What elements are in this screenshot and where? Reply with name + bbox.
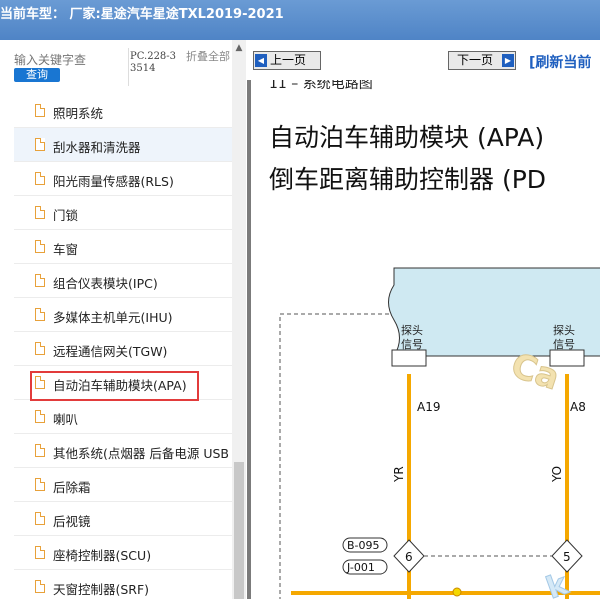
document-icon <box>35 444 45 457</box>
search-input[interactable] <box>14 53 124 67</box>
tree-item-horn[interactable]: 喇叭 <box>14 400 232 434</box>
tree-item-ipc[interactable]: 组合仪表模块(IPC) <box>14 264 232 298</box>
viewer-toolbar: ◀ 上一页 下一页 ▶ [刷新当前 <box>247 40 600 80</box>
collapse-all-button[interactable]: 折叠全部 <box>186 51 230 63</box>
tree-item-label: 远程通信网关(TGW) <box>53 344 168 359</box>
tree-item-label: 多媒体主机单元(IHU) <box>53 310 173 325</box>
tree-item-label: 后除霜 <box>53 480 91 495</box>
document-icon <box>35 512 45 525</box>
tree-list: 照明系统 刮水器和清洗器 阳光雨量传感器(RLS) 门锁 车窗 组合仪表模块(I… <box>14 94 232 599</box>
splice-right-number: 5 <box>563 550 571 564</box>
tree-item-label: 照明系统 <box>53 106 104 121</box>
connector-label-1: B-095 <box>347 539 380 552</box>
tree-item-window[interactable]: 车窗 <box>14 230 232 264</box>
document-icon <box>35 580 45 593</box>
tree-item-rain-sensor[interactable]: 阳光雨量传感器(RLS) <box>14 162 232 196</box>
document-viewer: ◀ 上一页 下一页 ▶ [刷新当前 11 – 系统电路图 自动泊车辅助模块 (A… <box>247 40 600 599</box>
tree-item-srf[interactable]: 天窗控制器(SRF) <box>14 570 232 599</box>
left-signal-label-2: 信号 <box>401 338 423 351</box>
tree-item-label: 天窗控制器(SRF) <box>53 582 150 597</box>
tree-item-other-systems[interactable]: 其他系统(点烟器 后备电源 USB <box>14 434 232 468</box>
selection-highlight-box <box>30 371 199 401</box>
document-icon <box>35 104 45 117</box>
right-pin-label: A8 <box>570 400 586 414</box>
tree-item-label: 后视镜 <box>53 514 91 529</box>
scroll-up-arrow-icon[interactable]: ▲ <box>232 42 246 54</box>
tree-item-label: 车窗 <box>53 242 79 257</box>
tree-item-door-lock[interactable]: 门锁 <box>14 196 232 230</box>
prev-page-button[interactable]: ◀ 上一页 <box>253 51 321 70</box>
right-signal-label-1: 探头 <box>553 324 575 337</box>
tree-item-label: 门锁 <box>53 208 79 223</box>
refresh-link[interactable]: [刷新当前 <box>529 52 591 72</box>
left-wire-color-label: YR <box>392 466 406 483</box>
document-icon <box>35 308 45 321</box>
window-title-bar: 当前车型： 厂家:星途汽车星途TXL2019-2021 <box>0 0 600 40</box>
pc-code: PC.228-33514 <box>130 51 177 74</box>
tree-item-rear-defrost[interactable]: 后除霜 <box>14 468 232 502</box>
left-signal-label-1: 探头 <box>401 324 423 337</box>
left-pin-label: A19 <box>417 400 440 414</box>
tree-item-scu[interactable]: 座椅控制器(SCU) <box>14 536 232 570</box>
wiring-diagram: Ca k 探头 信号 探头 信号 A19 A8 YR YO B-095 J-00… <box>279 267 600 599</box>
sidebar-scrollbar[interactable]: ▲ <box>232 40 246 599</box>
tree-item-label: 座椅控制器(SCU) <box>53 548 152 563</box>
scrollbar-thumb[interactable] <box>234 462 244 599</box>
arrow-right-icon: ▶ <box>502 54 514 67</box>
junction-dot <box>452 587 462 597</box>
tree-item-label: 组合仪表模块(IPC) <box>53 276 158 291</box>
search-area: 查询 PC.228-33514 折叠全部 <box>0 40 232 92</box>
document-icon <box>35 138 45 151</box>
document-icon <box>35 240 45 253</box>
document-icon <box>35 478 45 491</box>
sidebar: 查询 PC.228-33514 折叠全部 照明系统 刮水器和清洗器 阳光雨量传感… <box>0 40 248 599</box>
tree-item-ihu[interactable]: 多媒体主机单元(IHU) <box>14 298 232 332</box>
arrow-left-icon: ◀ <box>255 54 267 67</box>
connector-label-2: J-001 <box>346 561 375 574</box>
document-icon <box>35 172 45 185</box>
tree-item-label: 刮水器和清洗器 <box>53 140 141 155</box>
document-icon <box>35 546 45 559</box>
right-signal-label-2: 信号 <box>553 338 575 351</box>
document-icon <box>35 206 45 219</box>
document-icon <box>35 274 45 287</box>
tree-item-label: 阳光雨量传感器(RLS) <box>53 174 174 189</box>
tree-item-lighting[interactable]: 照明系统 <box>14 94 232 128</box>
tree-item-tgw[interactable]: 远程通信网关(TGW) <box>14 332 232 366</box>
splice-left-number: 6 <box>405 550 413 564</box>
current-vehicle-title: 当前车型： 厂家:星途汽车星途TXL2019-2021 <box>0 7 284 22</box>
search-button[interactable]: 查询 <box>14 68 60 82</box>
divider <box>128 48 129 86</box>
tree-item-label: 其他系统(点烟器 后备电源 USB <box>53 446 229 461</box>
document-page: 11 – 系统电路图 自动泊车辅助模块 (APA) 倒车距离辅助控制器 (PD <box>251 80 600 599</box>
tree-item-label: 喇叭 <box>53 412 79 427</box>
document-icon <box>35 342 45 355</box>
tree-item-mirror[interactable]: 后视镜 <box>14 502 232 536</box>
next-page-button[interactable]: 下一页 ▶ <box>448 51 516 70</box>
next-page-label: 下一页 <box>457 53 494 67</box>
right-wire-color-label: YO <box>550 466 564 483</box>
pin-box-left <box>391 349 427 367</box>
tree-item-wiper[interactable]: 刮水器和清洗器 <box>14 128 232 162</box>
prev-page-label: 上一页 <box>270 53 307 67</box>
document-icon <box>35 410 45 423</box>
